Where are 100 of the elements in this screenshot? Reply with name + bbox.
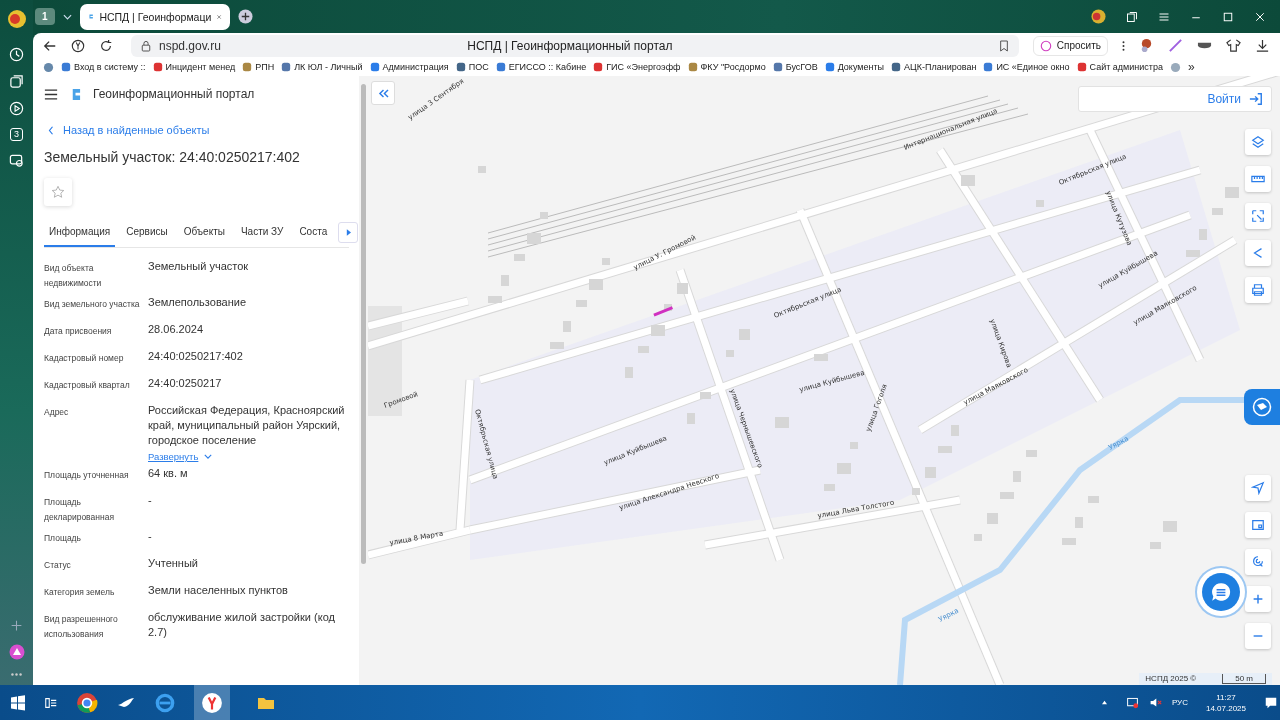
select-button[interactable] [1245,203,1271,229]
collections-icon[interactable] [9,74,24,89]
info-tab[interactable]: Сервисы [121,217,173,247]
bookmark-item[interactable]: РПН [242,62,275,72]
address-bar[interactable]: nspd.gov.ru НСПД | Геоинформационный портал [131,34,1019,57]
internet-explorer-icon[interactable] [154,691,176,714]
menu-icon[interactable] [44,88,58,100]
sidebar-badge[interactable]: 3 [10,128,23,141]
bookmark-item[interactable]: ЛК ЮЛ - Личный [281,62,363,72]
browser-logo-icon[interactable] [6,9,27,29]
bookmark-item[interactable]: Документы [824,62,885,72]
site-favicon-icon [772,62,783,72]
portal-logo-icon [70,87,81,101]
print-button[interactable] [1245,277,1271,303]
building [814,354,828,361]
field-value: 24:40:0250217 [148,376,223,391]
bookmark-item[interactable]: ЕГИССО :: Кабине [495,62,587,72]
assistant-icon[interactable] [8,644,25,660]
bookmark-item[interactable]: Инцидент менед [152,62,236,72]
tab-count-button[interactable]: 1 [35,8,55,25]
documents-tab-button[interactable] [1244,389,1280,425]
building [938,446,952,453]
language-indicator[interactable]: РУС [1171,698,1188,707]
login-button[interactable]: Войти [1078,86,1272,112]
clock-time[interactable]: 11:27 [1216,691,1236,703]
emblem-icon[interactable] [43,61,54,73]
bookmark-item[interactable]: АЦК-Планирован [891,62,977,72]
notifications-icon[interactable] [1264,695,1278,710]
layers-button[interactable] [1245,129,1271,155]
expand-link[interactable]: Развернуть [148,451,349,462]
chrome-icon[interactable] [76,691,98,714]
field-label: Адрес [44,406,70,419]
volume-muted-icon[interactable] [1148,696,1162,709]
pen-icon[interactable] [1168,38,1183,53]
bookmark-item[interactable]: Администрация [369,62,449,72]
bookmark-item[interactable]: ПОС [455,62,489,72]
building [1062,538,1076,545]
download-icon[interactable] [1255,38,1270,53]
info-tab[interactable]: Информация [44,217,116,247]
more-bookmarks-button[interactable]: » [1187,60,1195,74]
close-icon[interactable] [1254,10,1266,23]
zoom-in-button[interactable] [1245,586,1271,612]
bookmark-item[interactable]: Вход в систему :: [61,62,146,72]
bookmark-item[interactable]: ГИС «Энергоэфф [593,62,681,72]
share-button[interactable] [1245,240,1271,266]
copyright-text: НСПД 2025 © [1145,674,1197,684]
building [775,417,789,428]
add-icon[interactable] [10,619,23,632]
maximize-icon[interactable] [1222,10,1234,23]
caret-up-icon[interactable] [1100,700,1108,705]
frame-button[interactable] [1245,512,1271,538]
screenshot-icon[interactable] [9,153,24,168]
pin-icon [1251,555,1265,569]
bookmark-item[interactable]: Сайт администра [1076,62,1163,72]
play-icon[interactable] [9,101,24,116]
field-value: 24:40:0250217:402 [148,349,244,364]
pin-button[interactable] [1245,549,1271,575]
start-icon[interactable] [10,694,26,711]
yandex-icon[interactable] [71,38,85,53]
tabs-icon[interactable] [1126,10,1138,23]
field-label: Вид земельного участка [44,298,141,311]
info-tab[interactable]: Соста [294,217,333,247]
field-label: Площадь декларированная [44,496,115,524]
scrollbar[interactable] [359,76,368,685]
info-tab[interactable]: Части ЗУ [235,217,289,247]
locate-button[interactable] [1245,475,1271,501]
reload-icon[interactable] [99,38,113,53]
zoom-out-button[interactable] [1245,623,1271,649]
new-tab-icon[interactable] [237,9,253,24]
browser-taskbar-button[interactable] [194,685,230,720]
kebab-menu-icon[interactable] [1122,39,1125,52]
browser-tab[interactable]: НСПД | Геоинформаци [79,3,230,30]
building [1186,250,1200,257]
bookmark-item[interactable]: ФКУ "Росдормо [687,62,766,72]
bookmark-item[interactable]: БусГОВ [772,62,818,72]
history-icon[interactable] [9,47,24,62]
back-link[interactable]: Назад в найденные объекты [48,124,349,136]
collapse-panel-button[interactable] [371,81,395,105]
field-label: Площадь уточненная [44,469,130,482]
building [602,258,610,265]
page-title: НСПД | Геоинформационный портал [466,38,674,53]
ruler-button[interactable] [1245,166,1271,192]
extension-icon[interactable] [1139,38,1154,53]
building [576,300,587,307]
bookmark-item[interactable]: ИС «Единое окно [983,62,1070,72]
ask-button[interactable]: Спросить [1032,35,1108,56]
task-view-icon[interactable] [44,695,58,710]
network-icon[interactable] [1125,696,1139,709]
back-icon[interactable] [43,38,57,53]
locate-icon [1251,481,1265,495]
more-icon[interactable] [10,672,23,677]
profile-avatar-icon[interactable] [1091,9,1106,24]
building [1225,187,1239,198]
chevron-down-icon[interactable] [62,13,72,20]
building [527,233,541,244]
clock-date[interactable]: 14.07.2025 [1205,702,1246,714]
building [540,212,548,219]
shirt-icon[interactable] [1226,38,1241,53]
info-tab[interactable]: Объекты [178,217,230,247]
bookmark-icon[interactable] [998,39,1009,52]
